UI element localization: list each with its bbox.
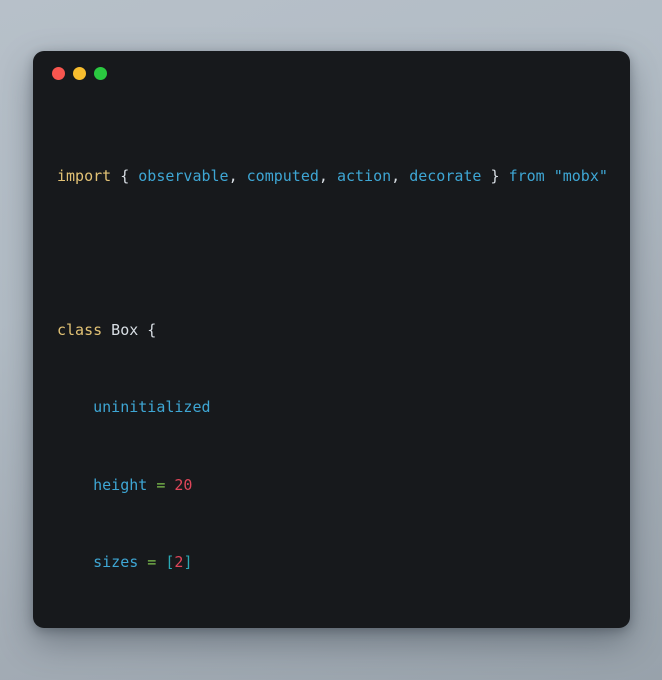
token-assign-operator: =: [138, 552, 166, 571]
token-from-keyword: from: [508, 166, 545, 185]
token-computed-import: computed: [246, 166, 319, 185]
token-decorate-import: decorate: [409, 166, 482, 185]
code-line: uninitialized: [57, 398, 610, 417]
code-editor-content[interactable]: import { observable, computed, action, d…: [33, 95, 630, 628]
token-field-sizes: sizes: [93, 552, 139, 571]
token-comma: ,: [228, 166, 247, 185]
token-import-keyword: import: [57, 166, 112, 185]
token-action-import: action: [336, 166, 392, 185]
code-line: height = 20: [57, 476, 610, 495]
token-brace: {: [138, 321, 157, 340]
token-field-height: height: [93, 475, 148, 494]
screenshot-stage: import { observable, computed, action, d…: [0, 0, 662, 680]
token-comma: ,: [318, 166, 337, 185]
token-class-name: Box: [102, 321, 139, 340]
token-brace-open: {: [111, 166, 139, 185]
token-comma: ,: [391, 166, 410, 185]
token-observable-import: observable: [138, 166, 229, 185]
window-titlebar[interactable]: [33, 51, 630, 95]
code-line: class Box {: [57, 321, 610, 340]
token-field-uninitialized: uninitialized: [93, 398, 211, 417]
token-class-keyword: class: [57, 321, 103, 340]
token-brace-close: }: [481, 166, 509, 185]
close-window-button[interactable]: [52, 66, 65, 80]
token-number: 20: [174, 475, 193, 494]
code-line: sizes = [2]: [57, 553, 610, 572]
token-assign-operator: =: [147, 475, 175, 494]
code-line: import { observable, computed, action, d…: [57, 167, 610, 186]
code-window: import { observable, computed, action, d…: [33, 51, 630, 628]
minimize-window-button[interactable]: [73, 66, 86, 80]
token-module-string: "mobx": [544, 166, 608, 185]
maximize-window-button[interactable]: [94, 66, 107, 80]
token-bracket-close: ]: [183, 552, 193, 571]
